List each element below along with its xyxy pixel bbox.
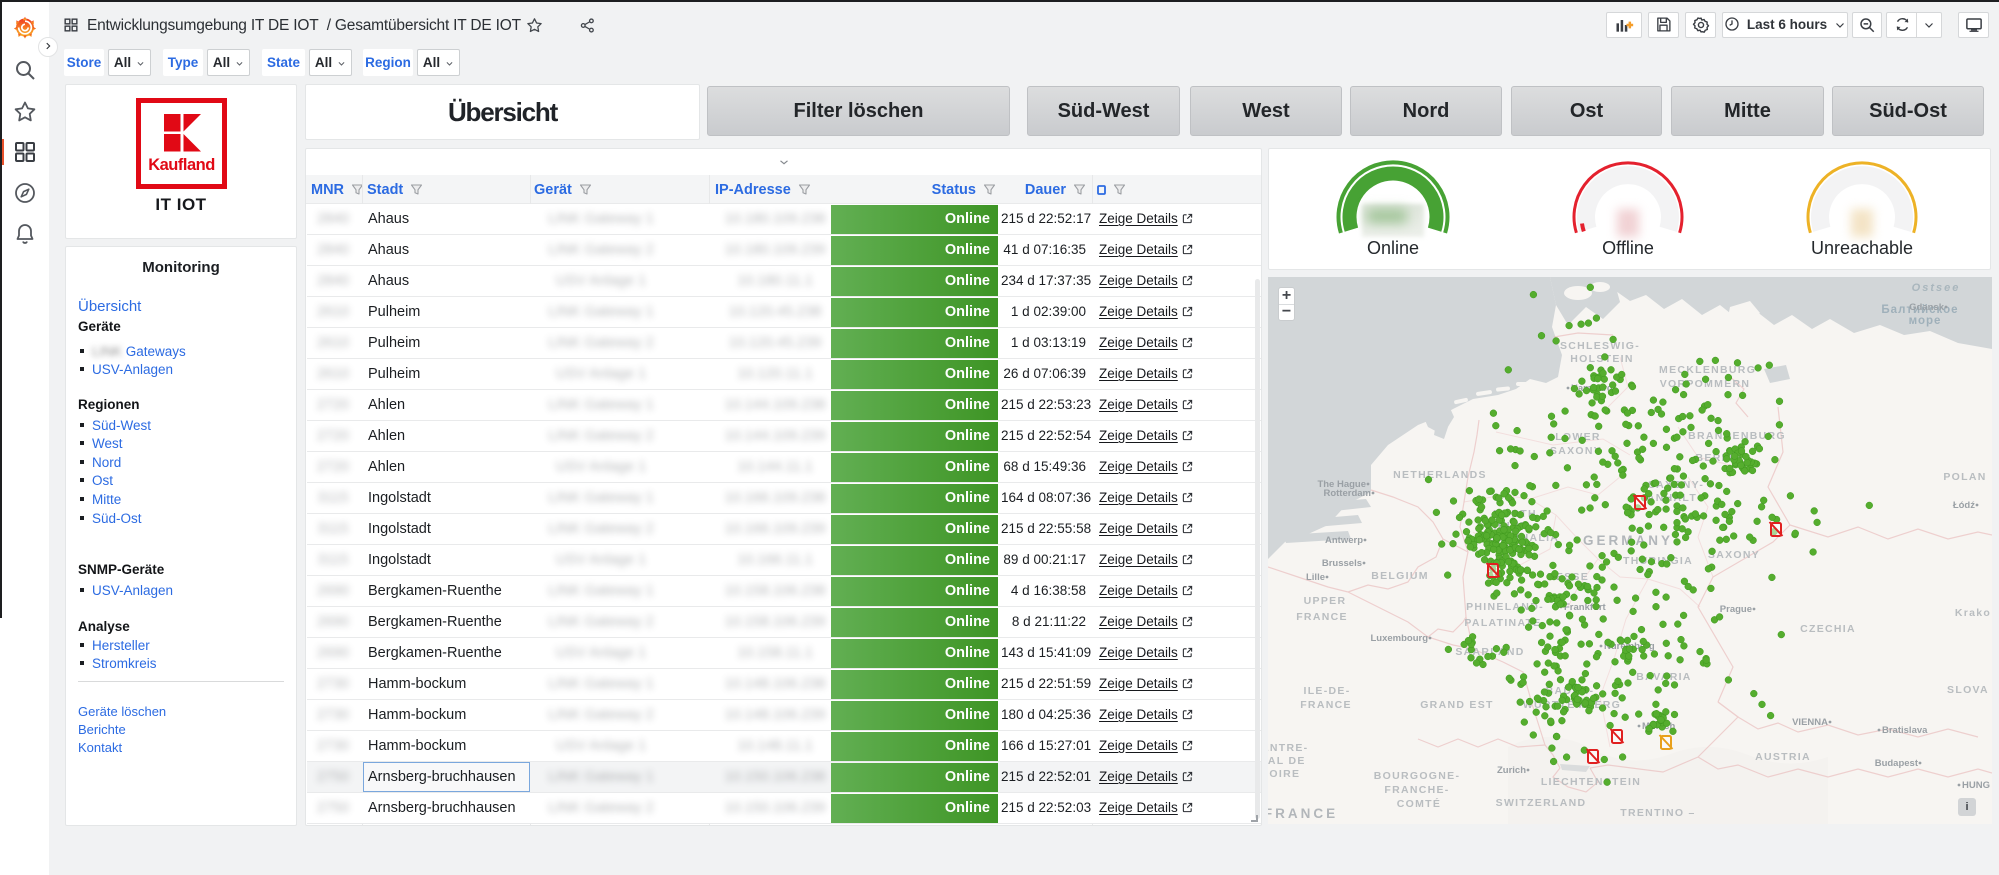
svg-text:SLOVA: SLOVA [1947,684,1989,696]
svg-text:FRANCHE-: FRANCHE- [1384,784,1449,796]
svg-text:GERMANY: GERMANY [1583,533,1673,548]
svg-text:CZECHIA: CZECHIA [1800,623,1856,635]
svg-text:Łódź: Łódź [1953,500,1975,511]
svg-text:FRANCE: FRANCE [1268,806,1338,821]
svg-text:VIENNA: VIENNA [1792,717,1828,728]
svg-text:SAXONY: SAXONY [1708,549,1760,561]
svg-text:Bratislava: Bratislava [1882,725,1928,736]
svg-text:Gdansk: Gdansk [1909,302,1945,313]
svg-text:SAXONY: SAXONY [1550,445,1602,457]
svg-text:LIECHTENSTEIN: LIECHTENSTEIN [1541,776,1641,788]
svg-text:Lille: Lille [1306,572,1325,583]
svg-text:COMTÉ: COMTÉ [1397,797,1441,810]
svg-text:THURINGIA: THURINGIA [1623,555,1693,567]
svg-text:BELGIUM: BELGIUM [1371,570,1429,582]
svg-text:FRANCE: FRANCE [1300,699,1352,711]
svg-text:Antwerp: Antwerp [1325,535,1363,546]
svg-text:море: море [1909,315,1942,327]
svg-text:SWITZERLAND: SWITZERLAND [1496,797,1587,809]
svg-text:UPPER: UPPER [1304,595,1347,607]
svg-text:HUNG: HUNG [1962,780,1990,791]
svg-text:VAL DE: VAL DE [1268,755,1306,767]
svg-text:Frankfurt: Frankfurt [1564,602,1607,613]
svg-text:NETHERLANDS: NETHERLANDS [1393,469,1487,481]
svg-text:POLAN: POLAN [1943,471,1986,483]
svg-text:Ostsee: Ostsee [1912,282,1961,294]
svg-text:LOIRE: LOIRE [1268,768,1300,780]
svg-text:Prague: Prague [1720,604,1752,615]
svg-text:ENTRE-: ENTRE- [1268,742,1308,754]
svg-text:FRANCE: FRANCE [1296,611,1348,623]
svg-text:Rotterdam: Rotterdam [1323,488,1371,499]
svg-text:Budapest: Budapest [1875,758,1919,769]
svg-text:MECKLENBURG-: MECKLENBURG- [1659,364,1761,376]
svg-text:Kaufland: Kaufland [148,156,215,174]
svg-text:ILE-DE-: ILE-DE- [1303,685,1350,697]
svg-text:TRENTINO –: TRENTINO – [1620,807,1695,819]
svg-text:Zurich: Zurich [1497,765,1526,776]
svg-text:AUSTRIA: AUSTRIA [1755,751,1811,763]
svg-text:Luxembourg: Luxembourg [1370,633,1428,644]
svg-text:SCHLESWIG-: SCHLESWIG- [1560,340,1640,352]
svg-text:Brussels: Brussels [1322,558,1362,569]
svg-text:Krako: Krako [1955,607,1991,619]
svg-text:BOURGOGNE-: BOURGOGNE- [1374,770,1461,782]
svg-text:GRAND EST: GRAND EST [1420,699,1494,711]
